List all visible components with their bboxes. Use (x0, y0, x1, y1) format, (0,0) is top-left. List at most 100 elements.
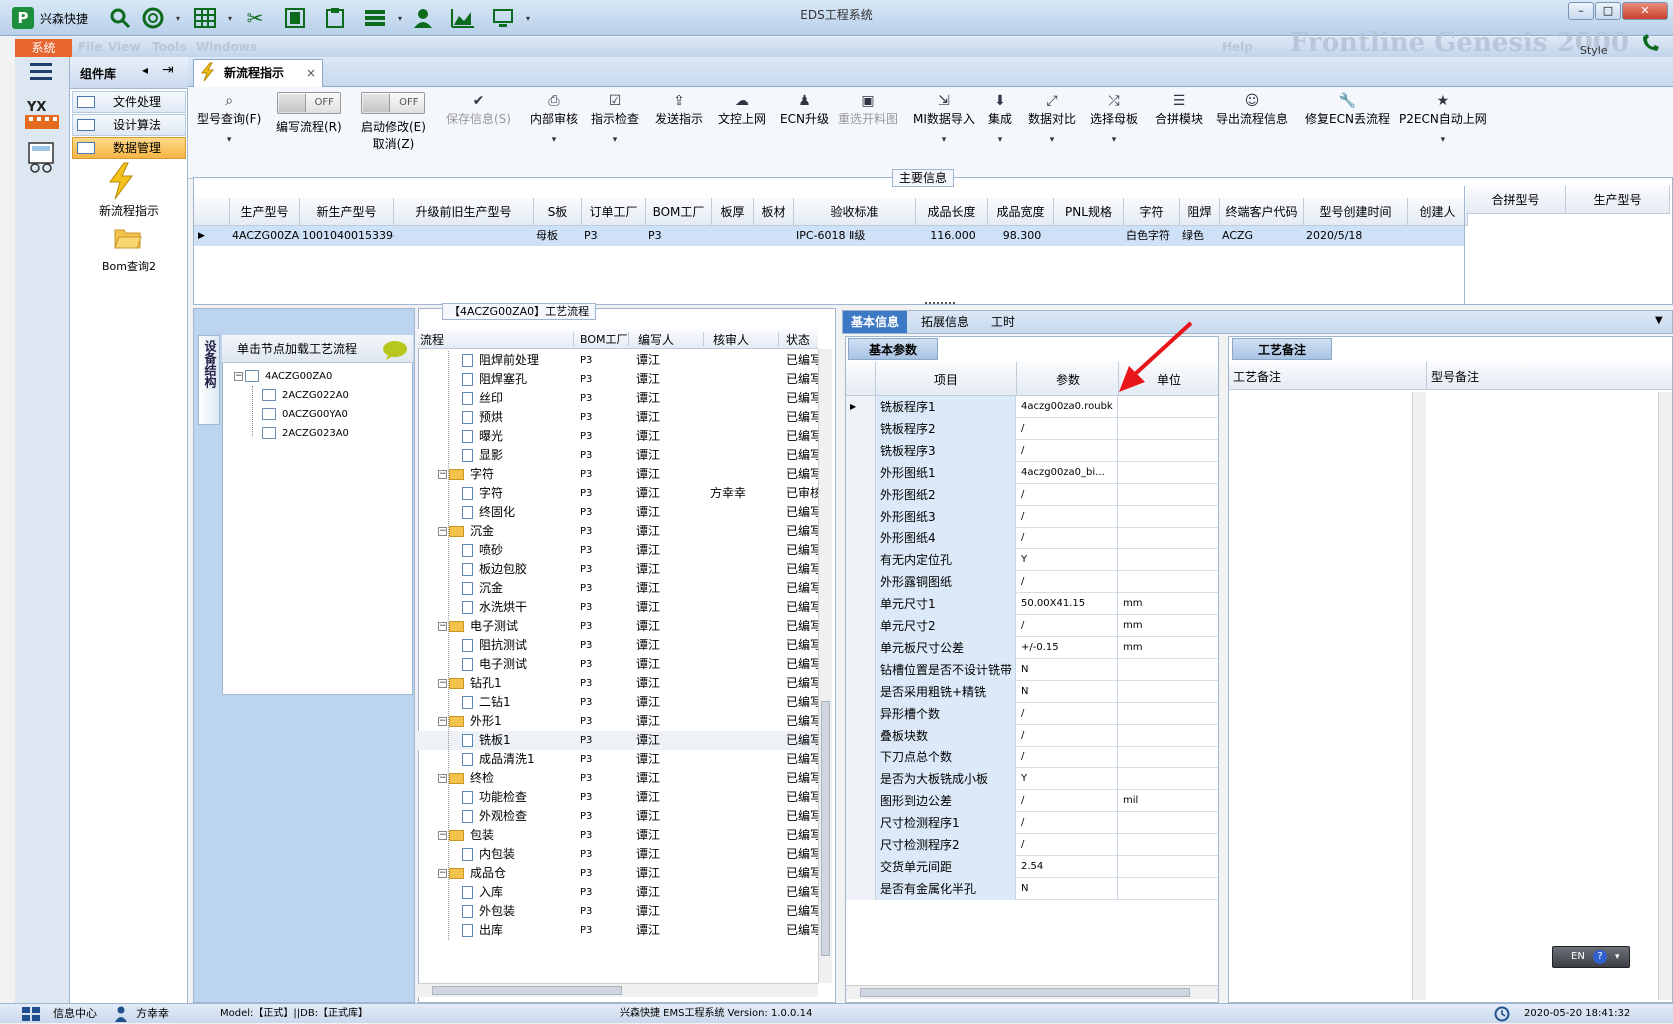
ime-indicator[interactable]: EN ? ▾ (1552, 946, 1630, 968)
param-row[interactable]: 图形到边公差 / mil (846, 790, 1218, 813)
style-dropdown[interactable]: Style (1580, 44, 1608, 57)
notes-scrollbar-left[interactable] (1412, 392, 1426, 1000)
row-header[interactable] (846, 855, 876, 878)
param-value[interactable]: / (1018, 702, 1118, 725)
scroll-thumb[interactable] (432, 986, 622, 995)
column-header[interactable]: S板 (534, 198, 582, 226)
toggle-switch[interactable]: OFF (276, 92, 341, 114)
column-header[interactable]: 型号创建时间 (1304, 198, 1408, 226)
row-header[interactable] (846, 549, 876, 572)
flow-step-name-cell[interactable]: 预烘 (462, 408, 572, 427)
collapse-icon[interactable]: − (438, 831, 447, 840)
chevron-down-icon[interactable]: ▾ (530, 135, 578, 145)
flow-step-row[interactable]: 板边包胶 P3 谭江 已编写 (418, 560, 818, 579)
table-cell[interactable]: P3 (584, 226, 646, 246)
flow-step-row[interactable]: 终固化 P3 谭江 已编写 (418, 503, 818, 522)
phone-icon[interactable] (1640, 34, 1662, 54)
column-header[interactable]: 阻焊 (1180, 198, 1220, 226)
column-header[interactable]: PNL规格 (1054, 198, 1124, 226)
tab-process-notes[interactable]: 工艺备注 (1232, 338, 1332, 360)
column-header[interactable]: 项目 (876, 371, 1016, 388)
tab-extended-info[interactable]: 拓展信息 (913, 311, 977, 333)
column-header[interactable]: 板材 (754, 198, 794, 226)
flow-step-row[interactable]: 外观检查 P3 谭江 已编写 (418, 807, 818, 826)
flow-step-name-cell[interactable]: 曝光 (462, 427, 572, 446)
flow-step-row[interactable]: 二钻1 P3 谭江 已编写 (418, 693, 818, 712)
flow-step-row[interactable]: 水洗烘干 P3 谭江 已编写 (418, 598, 818, 617)
flow-step-name-cell[interactable]: − 包装 (438, 826, 572, 845)
flow-step-name-cell[interactable]: 丝印 (462, 389, 572, 408)
param-row[interactable]: 单元尺寸1 50.00X41.15 mm (846, 593, 1218, 616)
collapse-icon[interactable]: − (438, 774, 447, 783)
flow-step-row[interactable]: 阻抗测试 P3 谭江 已编写 (418, 636, 818, 655)
row-header[interactable] (846, 593, 876, 616)
flow-step-name-cell[interactable]: 终固化 (462, 503, 572, 522)
param-row[interactable]: 异形槽个数 / (846, 702, 1218, 725)
flow-group-row[interactable]: − 外形1 P3 谭江 已编写 (418, 712, 818, 731)
param-row[interactable]: 下刀点总个数 / (846, 746, 1218, 769)
param-row[interactable]: 外形图纸2/ (846, 483, 1218, 506)
chevron-down-icon[interactable]: ▾ (591, 135, 639, 145)
flow-group-row[interactable]: − 包装 P3 谭江 已编写 (418, 826, 818, 845)
param-row[interactable]: 有无内定位孔 Y (846, 549, 1218, 572)
collapse-icon[interactable]: − (438, 717, 447, 726)
pin-icon[interactable]: ⇥ (162, 62, 174, 78)
param-value[interactable]: / (1018, 439, 1118, 462)
param-row[interactable]: 铣板程序2/ (846, 417, 1218, 440)
row-header[interactable] (846, 724, 876, 747)
column-header[interactable]: 成品宽度 (988, 198, 1054, 226)
flow-step-row[interactable]: 铣板1 P3 谭江 已编写 (418, 731, 818, 750)
table-cell[interactable]: 绿色 (1182, 226, 1220, 246)
param-value[interactable]: / (1018, 615, 1118, 637)
table-cell[interactable]: 白色字符 (1126, 226, 1180, 246)
table-cell[interactable] (1410, 226, 1468, 246)
param-row[interactable]: 尺寸检测程序1/ (846, 812, 1218, 835)
checkbox[interactable] (262, 408, 276, 420)
flow-step-name-cell[interactable]: 阻焊前处理 (462, 351, 572, 370)
nav-group-file-processing[interactable]: 文件处理 (72, 91, 186, 113)
calculator-icon[interactable] (27, 141, 57, 173)
chevron-down-icon[interactable]: ▾ (1028, 135, 1076, 145)
save-info-button[interactable]: ✔ 保存信息(S) (446, 92, 511, 127)
flow-step-name-cell[interactable]: 内包装 (462, 845, 572, 864)
param-row[interactable]: 是否有金属化半孔 N (846, 877, 1218, 900)
send-instruction-button[interactable]: ⇪ 发送指示 (655, 92, 703, 127)
param-row[interactable]: ▶ 铣板程序1 4aczg00za0.roubk (846, 396, 1218, 418)
windows-grid-icon[interactable] (22, 1007, 40, 1021)
chevron-down-icon[interactable]: ▾ (197, 135, 261, 145)
flow-step-name-cell[interactable]: 成品清洗1 (462, 750, 572, 769)
column-header[interactable]: 新生产型号 (300, 198, 394, 226)
column-header[interactable]: 字符 (1124, 198, 1180, 226)
edit-flow-toggle[interactable]: OFF 编写流程(R) (276, 92, 342, 135)
params-horizontal-scrollbar[interactable] (846, 985, 1218, 999)
param-row[interactable]: 单元板尺寸公差 +/-0.15 mm (846, 636, 1218, 659)
row-header[interactable] (846, 439, 876, 462)
column-header[interactable]: 验收标准 (794, 198, 916, 226)
app-bom-query-label[interactable]: Bom查询2 (72, 258, 186, 274)
column-header[interactable]: BOM工厂 (646, 198, 712, 226)
param-value[interactable]: / (1018, 505, 1118, 528)
flow-step-name-cell[interactable]: 水洗烘干 (462, 598, 572, 617)
flow-group-row[interactable]: − 字符 P3 谭江 已编写 (418, 465, 818, 484)
table-cell[interactable]: 98.300 (990, 226, 1054, 246)
speech-bubble-icon[interactable] (382, 340, 408, 360)
flow-step-row[interactable]: 入库 P3 谭江 已编写 (418, 883, 818, 902)
column-header[interactable]: 订单工厂 (582, 198, 646, 226)
column-header[interactable]: 生产型号 (230, 198, 300, 226)
table-cell[interactable] (756, 226, 794, 246)
param-row[interactable]: 外形图纸4/ (846, 527, 1218, 550)
flow-group-row[interactable]: − 电子测试 P3 谭江 已编写 (418, 617, 818, 636)
row-header[interactable] (846, 417, 876, 440)
flow-step-row[interactable]: 内包装 P3 谭江 已编写 (418, 845, 818, 864)
param-value[interactable]: / (1018, 746, 1118, 769)
param-row[interactable]: 铣板程序3/ (846, 439, 1218, 462)
param-row[interactable]: 外形图纸1 4aczg00za0_bi... (846, 461, 1218, 484)
column-header[interactable]: BOM工厂 (580, 331, 628, 347)
integrate-button[interactable]: ⬇ 集成 ▾ (988, 92, 1012, 145)
info-center-label[interactable]: 信息中心 (53, 1004, 97, 1024)
close-tab-icon[interactable]: × (306, 60, 316, 86)
close-button[interactable]: ✕ (1622, 2, 1668, 20)
flow-step-name-cell[interactable]: 入库 (462, 883, 572, 902)
row-header[interactable] (846, 790, 876, 813)
flow-step-name-cell[interactable]: − 字符 (438, 465, 572, 484)
